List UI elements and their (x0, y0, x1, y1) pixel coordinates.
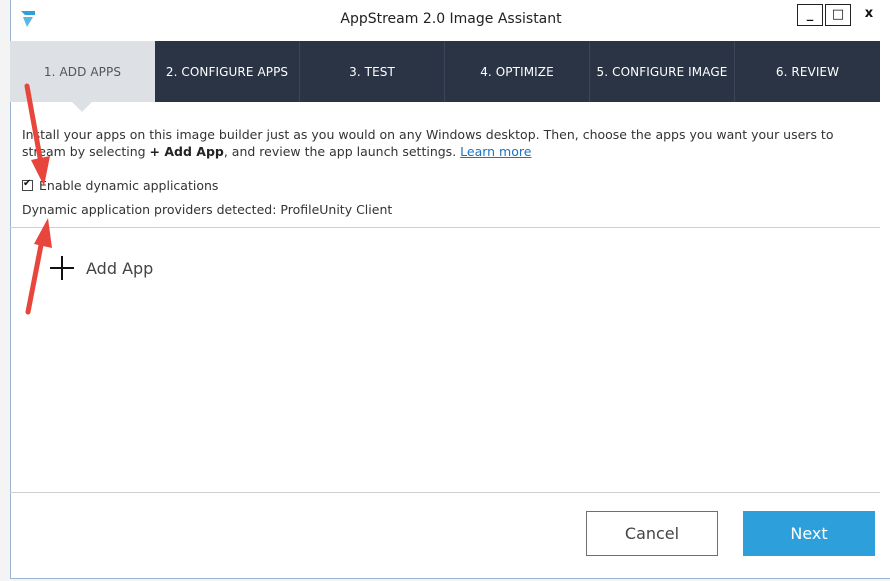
add-app-label: Add App (86, 258, 154, 278)
close-button[interactable]: x (857, 4, 881, 26)
next-button[interactable]: Next (743, 511, 875, 556)
wizard-steps-nav: 1. ADD APPS 2. CONFIGURE APPS 3. TEST 4.… (10, 41, 880, 112)
maximize-button[interactable]: □ (825, 4, 851, 26)
intro-add-app-bold: + Add App (149, 144, 224, 159)
window-title: AppStream 2.0 Image Assistant (340, 11, 562, 27)
enable-dynamic-apps-label: Enable dynamic applications (39, 178, 219, 193)
cancel-button[interactable]: Cancel (586, 511, 718, 556)
footer-divider (10, 492, 880, 493)
tab-test[interactable]: 3. TEST (300, 41, 445, 102)
tab-optimize[interactable]: 4. OPTIMIZE (445, 41, 590, 102)
minimize-button[interactable]: _ (797, 4, 823, 26)
tab-add-apps[interactable]: 1. ADD APPS (10, 41, 155, 112)
content-divider (10, 227, 880, 228)
enable-dynamic-apps-checkbox[interactable] (22, 178, 33, 191)
add-app-button[interactable]: Add App (50, 256, 153, 280)
plus-icon (50, 256, 74, 280)
tab-configure-apps[interactable]: 2. CONFIGURE APPS (155, 41, 300, 102)
title-bar: AppStream 2.0 Image Assistant _ □ x (11, 0, 890, 40)
tab-configure-image[interactable]: 5. CONFIGURE IMAGE (590, 41, 735, 102)
enable-dynamic-apps-row[interactable]: Enable dynamic applications (22, 178, 218, 193)
dynamic-providers-text: Dynamic application providers detected: … (22, 202, 393, 217)
tab-review[interactable]: 6. REVIEW (735, 41, 880, 102)
learn-more-link[interactable]: Learn more (460, 144, 531, 159)
intro-text: Install your apps on this image builder … (22, 126, 862, 160)
intro-text-part2: , and review the app launch settings. (223, 144, 461, 159)
